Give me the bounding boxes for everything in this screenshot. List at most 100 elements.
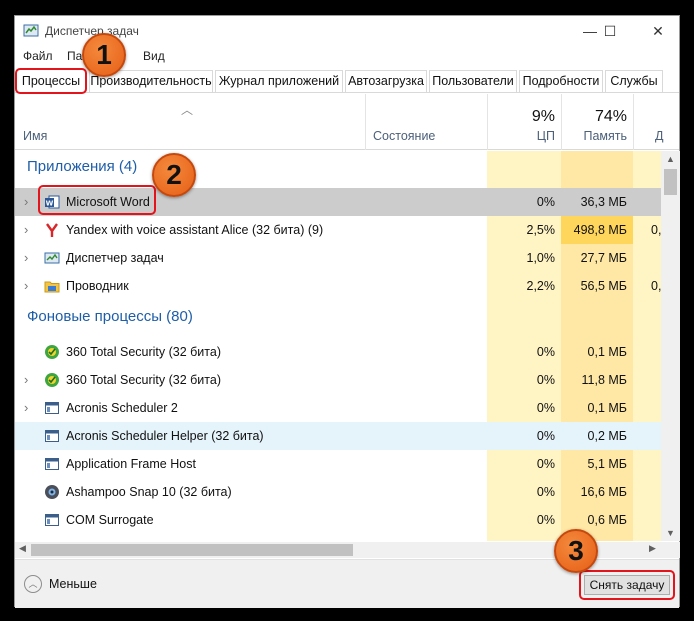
group-label: Фоновые процессы (80) (27, 308, 193, 325)
memory-value: 0,1 МБ (587, 345, 627, 359)
cpu-value: 0% (536, 195, 555, 209)
column-divider[interactable] (365, 94, 366, 150)
tab-startup[interactable]: Автозагрузка (345, 70, 427, 92)
chevron-right-icon[interactable]: › (24, 194, 28, 209)
column-headers: ︿ Имя Состояние 9% ЦП 74% Память Д (15, 94, 679, 150)
cpu-value: 0% (536, 345, 555, 359)
menu-file[interactable]: Файл (23, 49, 53, 63)
table-row[interactable]: › 360 Total Security (32 бита) 0% 11,8 М… (15, 366, 661, 394)
vertical-scrollbar[interactable]: ▲ ▼ (661, 151, 680, 541)
app-window-icon (45, 430, 59, 442)
memory-value: 0,2 МБ (587, 429, 627, 443)
task-manager-icon (23, 24, 39, 37)
step-callout-2: 2 (152, 153, 196, 197)
memory-value: 5,1 МБ (587, 457, 627, 471)
memory-value: 36,3 МБ (580, 195, 627, 209)
table-row[interactable]: › Диспетчер задач 1,0% 27,7 МБ (15, 244, 661, 272)
process-name: 360 Total Security (32 бита) (66, 373, 221, 387)
table-row[interactable]: Acronis Scheduler Helper (32 бита) 0% 0,… (15, 422, 661, 450)
yandex-icon (46, 223, 58, 237)
column-name[interactable]: Имя (23, 129, 47, 143)
chevron-right-icon[interactable]: › (24, 372, 28, 387)
cpu-value: 1,0% (526, 251, 556, 265)
chevron-right-icon[interactable]: › (24, 400, 28, 415)
process-name: Диспетчер задач (66, 251, 164, 265)
process-name: Acronis Scheduler 2 (66, 401, 178, 415)
step-callout-3: 3 (554, 529, 598, 573)
cpu-value: 2,2% (526, 279, 556, 293)
cpu-value: 2,5% (526, 223, 556, 237)
scroll-thumb[interactable] (31, 544, 353, 556)
group-header-apps: Приложения (4) (15, 151, 661, 179)
column-disk[interactable]: Д (633, 129, 669, 143)
360-security-icon (45, 373, 59, 387)
task-manager-icon (44, 252, 60, 264)
tab-details[interactable]: Подробности (519, 70, 603, 92)
menu-view[interactable]: Вид (143, 49, 165, 63)
maximize-button[interactable]: ☐ (587, 16, 633, 46)
column-state[interactable]: Состояние (373, 129, 435, 143)
step-callout-1: 1 (82, 33, 126, 77)
cpu-value: 0% (536, 513, 555, 527)
process-name: Application Frame Host (66, 457, 196, 471)
chevron-right-icon[interactable]: › (24, 278, 28, 293)
sort-arrow-icon: ︿ (181, 103, 194, 117)
column-cpu[interactable]: ЦП (487, 129, 555, 143)
cpu-value: 0% (536, 485, 555, 499)
close-button[interactable]: ✕ (635, 16, 681, 46)
table-row[interactable]: Application Frame Host 0% 5,1 МБ (15, 450, 661, 478)
app-window-icon (45, 402, 59, 414)
cpu-total: 9% (531, 108, 555, 125)
table-row[interactable]: › Yandex with voice assistant Alice (32 … (15, 216, 661, 244)
chevron-right-icon[interactable]: › (24, 222, 28, 237)
group-header-background: Фоновые процессы (80) (15, 301, 661, 329)
table-row[interactable]: › Проводник 2,2% 56,5 МБ 0, (15, 272, 661, 300)
word-highlight-box (38, 185, 156, 215)
app-window-icon (45, 514, 59, 526)
360-security-icon (45, 345, 59, 359)
tab-processes[interactable]: Процессы (15, 68, 87, 94)
memory-value: 498,8 МБ (561, 216, 633, 244)
memory-value: 27,7 МБ (580, 251, 627, 265)
app-window-icon (44, 540, 60, 541)
tab-app-history[interactable]: Журнал приложений (215, 70, 343, 92)
table-row[interactable]: COM Surrogate 0% 0,6 МБ (15, 506, 661, 534)
memory-value: 56,5 МБ (580, 279, 627, 293)
scroll-down-icon[interactable]: ▼ (666, 528, 675, 538)
explorer-icon (44, 281, 60, 293)
scroll-thumb[interactable] (664, 169, 677, 195)
table-row[interactable]: › Acronis Scheduler 2 0% 0,1 МБ (15, 394, 661, 422)
ashampoo-icon (45, 485, 59, 499)
process-name: Acronis Scheduler Helper (32 бита) (66, 429, 264, 443)
memory-total: 74% (594, 108, 627, 125)
table-row[interactable]: 360 Total Security (32 бита) 0% 0,1 МБ (15, 338, 661, 366)
disk-value: 0, (651, 223, 661, 237)
memory-value: 0,1 МБ (587, 401, 627, 415)
chevron-up-icon[interactable]: ︿ (24, 575, 42, 593)
menu-options[interactable]: Па (67, 49, 82, 63)
column-memory[interactable]: Память (561, 129, 627, 143)
table-row[interactable]: Ashampoo Snap 10 (32 бита) 0% 16,6 МБ (15, 478, 661, 506)
chevron-right-icon[interactable]: › (24, 250, 28, 265)
disk-value: 0, (651, 279, 661, 293)
group-label: Приложения (4) (27, 158, 138, 175)
process-name: Ashampoo Snap 10 (32 бита) (66, 485, 232, 499)
process-name: Yandex with voice assistant Alice (32 би… (66, 223, 324, 237)
process-name: 360 Total Security (32 бита) (66, 345, 221, 359)
cpu-value: 0% (536, 457, 555, 471)
cpu-value: 0% (536, 401, 555, 415)
scroll-up-icon[interactable]: ▲ (666, 154, 675, 164)
task-manager-window: Диспетчер задач — ☐ ✕ Файл Па Вид Процес… (14, 15, 681, 608)
cpu-value: 0% (536, 429, 555, 443)
fewer-details-link[interactable]: Меньше (49, 577, 97, 591)
memory-value: 11,8 МБ (581, 373, 628, 387)
tab-users[interactable]: Пользователи (429, 70, 517, 92)
cpu-value: 0% (536, 373, 555, 387)
scroll-right-icon[interactable]: ▶ (649, 543, 656, 554)
end-task-highlight: Снять задачу (579, 570, 675, 600)
end-task-button[interactable]: Снять задачу (584, 575, 670, 595)
process-name: COM Surrogate (66, 513, 154, 527)
tab-services[interactable]: Службы (605, 70, 663, 92)
process-name: Проводник (66, 279, 129, 293)
scroll-left-icon[interactable]: ◀ (19, 543, 26, 554)
